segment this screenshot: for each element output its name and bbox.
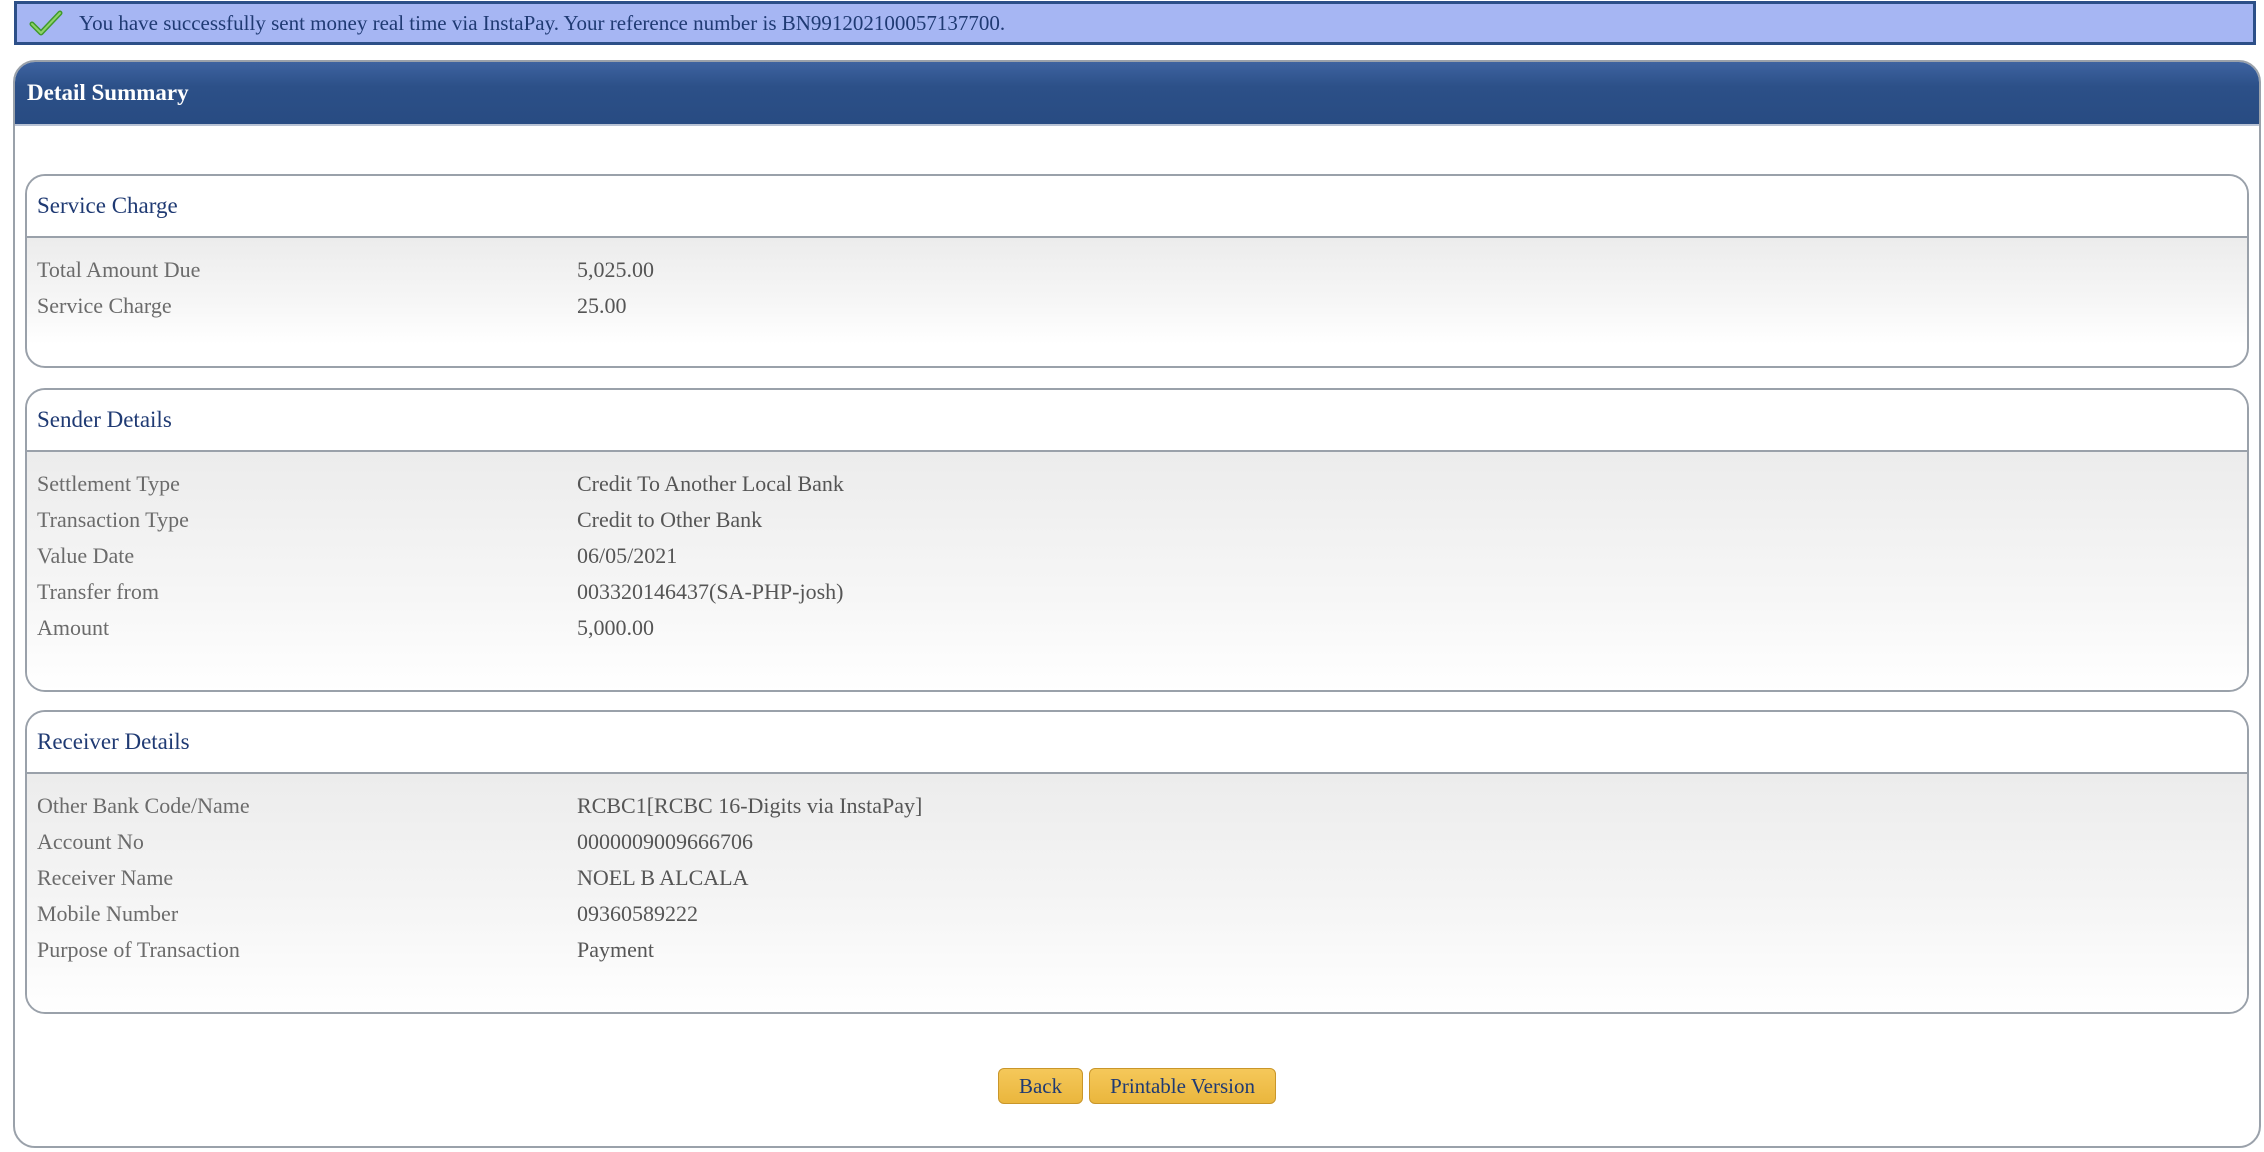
row-label: Transfer from xyxy=(37,579,159,604)
success-banner: You have successfully sent money real ti… xyxy=(14,1,2256,45)
detail-row: Account No 0000009009666706 xyxy=(27,824,2247,860)
row-value: 09360589222 xyxy=(577,901,698,926)
detail-row: Total Amount Due 5,025.00 xyxy=(27,252,2247,288)
row-label: Amount xyxy=(37,615,110,640)
row-label: Total Amount Due xyxy=(37,257,201,282)
row-value: 003320146437(SA-PHP-josh) xyxy=(577,579,844,604)
row-label: Service Charge xyxy=(37,293,172,318)
panel-title: Detail Summary xyxy=(15,62,2259,126)
row-value: 5,025.00 xyxy=(577,257,654,282)
page: You have successfully sent money real ti… xyxy=(0,0,2264,1152)
detail-row: Purpose of Transaction Payment xyxy=(27,932,2247,968)
section-title-service-charge: Service Charge xyxy=(27,176,2247,238)
detail-row: Other Bank Code/Name RCBC1[RCBC 16-Digit… xyxy=(27,788,2247,824)
row-value: NOEL B ALCALA xyxy=(577,865,749,890)
detail-row: Settlement Type Credit To Another Local … xyxy=(27,466,2247,502)
detail-row: Amount 5,000.00 xyxy=(27,610,2247,646)
row-label: Receiver Name xyxy=(37,865,174,890)
row-label: Value Date xyxy=(37,543,135,568)
row-label: Transaction Type xyxy=(37,507,189,532)
row-label: Other Bank Code/Name xyxy=(37,793,250,818)
detail-row: Value Date 06/05/2021 xyxy=(27,538,2247,574)
success-message: You have successfully sent money real ti… xyxy=(79,10,1006,35)
section-title-sender-details: Sender Details xyxy=(27,390,2247,452)
sender-details-body: Settlement Type Credit To Another Local … xyxy=(27,452,2247,690)
receiver-details-body: Other Bank Code/Name RCBC1[RCBC 16-Digit… xyxy=(27,774,2247,1012)
detail-summary-panel: Detail Summary Service Charge Total Amou… xyxy=(13,60,2261,1148)
row-label: Purpose of Transaction xyxy=(37,937,240,962)
detail-row: Mobile Number 09360589222 xyxy=(27,896,2247,932)
section-title-receiver-details: Receiver Details xyxy=(27,712,2247,774)
row-value: 06/05/2021 xyxy=(577,543,678,568)
row-value: 25.00 xyxy=(577,293,627,318)
row-value: Payment xyxy=(577,937,654,962)
back-button[interactable]: Back xyxy=(997,1068,1084,1104)
check-icon xyxy=(29,8,63,38)
action-buttons: Back Printable Version xyxy=(15,1068,2259,1104)
row-label: Settlement Type xyxy=(37,471,180,496)
detail-row: Service Charge 25.00 xyxy=(27,288,2247,324)
row-value: Credit to Other Bank xyxy=(577,507,763,532)
row-label: Account No xyxy=(37,829,144,854)
row-label: Mobile Number xyxy=(37,901,179,926)
row-value: RCBC1[RCBC 16-Digits via InstaPay] xyxy=(577,793,923,818)
detail-row: Transaction Type Credit to Other Bank xyxy=(27,502,2247,538)
receiver-details-section: Receiver Details Other Bank Code/Name RC… xyxy=(25,710,2249,1014)
printable-version-button[interactable]: Printable Version xyxy=(1089,1068,1276,1104)
row-value: 5,000.00 xyxy=(577,615,654,640)
service-charge-section: Service Charge Total Amount Due 5,025.00… xyxy=(25,174,2249,368)
row-value: Credit To Another Local Bank xyxy=(577,471,844,496)
detail-row: Receiver Name NOEL B ALCALA xyxy=(27,860,2247,896)
row-value: 0000009009666706 xyxy=(577,829,753,854)
sender-details-section: Sender Details Settlement Type Credit To… xyxy=(25,388,2249,692)
service-charge-body: Total Amount Due 5,025.00 Service Charge… xyxy=(27,238,2247,344)
detail-row: Transfer from 003320146437(SA-PHP-josh) xyxy=(27,574,2247,610)
